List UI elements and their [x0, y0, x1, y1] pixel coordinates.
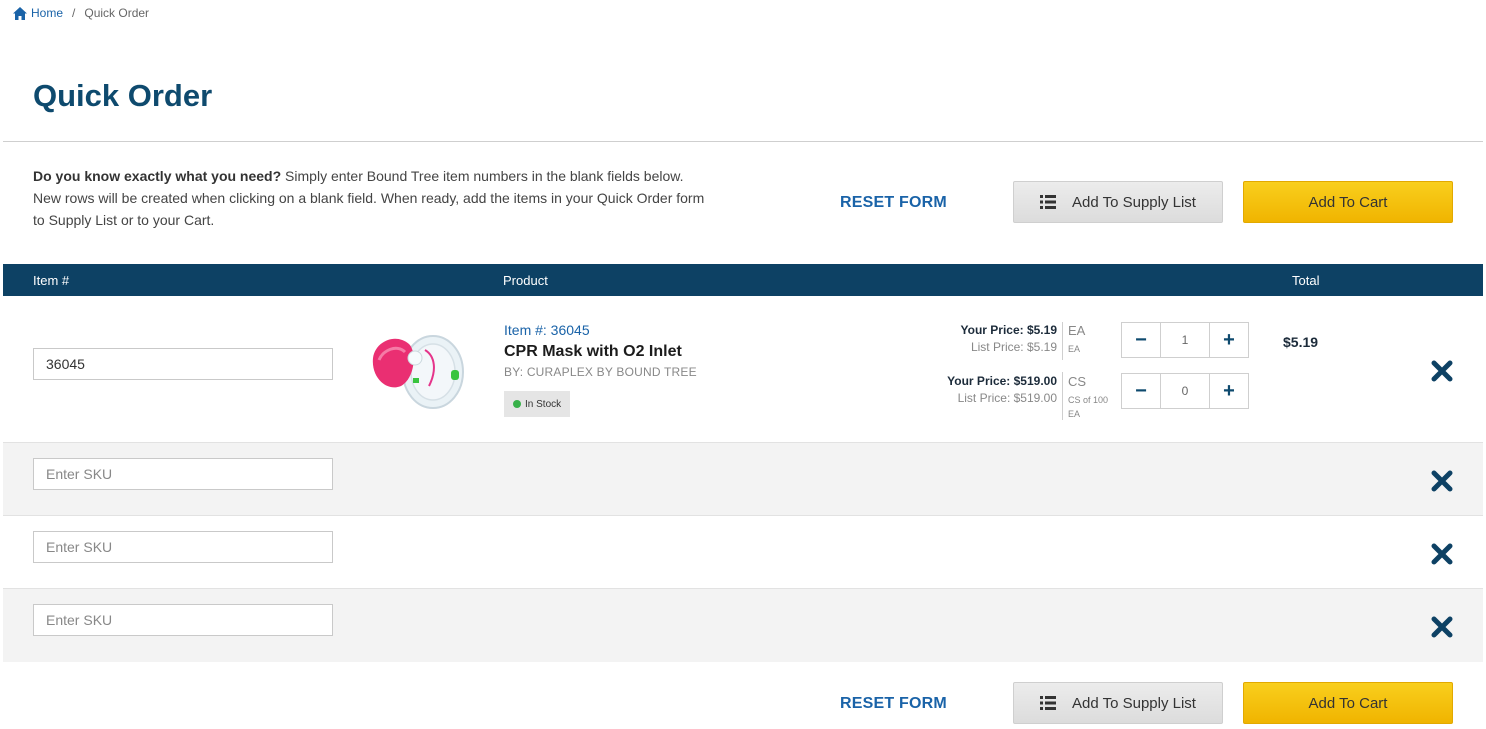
uom-main: CS [1068, 374, 1087, 389]
breadcrumb-home-link[interactable]: Home [13, 6, 63, 20]
add-to-cart-button[interactable]: Add To Cart [1243, 682, 1453, 724]
quantity-value[interactable]: 0 [1160, 374, 1210, 408]
intro-text: Do you know exactly what you need? Simpl… [33, 165, 713, 231]
product-item-number[interactable]: Item #: 36045 [504, 322, 590, 338]
home-icon [13, 6, 27, 20]
add-to-cart-button[interactable]: Add To Cart [1243, 181, 1453, 223]
remove-row-icon[interactable] [1431, 360, 1453, 382]
product-image [372, 335, 464, 409]
header-product: Product [503, 273, 548, 288]
page-title: Quick Order [33, 78, 213, 113]
table-row [3, 443, 1483, 516]
uom-main: EA [1068, 323, 1086, 338]
quantity-stepper-cs: − 0 + [1121, 373, 1249, 409]
quantity-value[interactable]: 1 [1160, 323, 1210, 357]
uom-detail: EA [1068, 344, 1081, 354]
breadcrumb-home-label: Home [31, 6, 64, 20]
uom-detail: CS of 100 EA [1068, 395, 1109, 419]
product-brand: BY: CURAPLEX BY BOUND TREE [504, 365, 697, 379]
table-row [3, 589, 1483, 662]
sku-input[interactable] [33, 348, 333, 380]
sku-input[interactable] [33, 604, 333, 636]
increment-button[interactable]: + [1210, 374, 1248, 408]
add-to-supply-list-button[interactable]: Add To Supply List [1013, 682, 1223, 724]
stock-badge: In Stock [504, 391, 571, 417]
sku-input[interactable] [33, 458, 333, 490]
list-icon [1040, 696, 1056, 710]
price-block-cs: Your Price: $519.00 List Price: $519.00 [857, 374, 1057, 405]
title-divider [3, 141, 1483, 142]
table-header: Item # Product Total [3, 264, 1483, 296]
product-name[interactable]: CPR Mask with O2 Inlet [504, 343, 682, 361]
decrement-button[interactable]: − [1122, 374, 1160, 408]
decrement-button[interactable]: − [1122, 323, 1160, 357]
remove-row-icon[interactable] [1431, 543, 1453, 565]
reset-form-button[interactable]: RESET FORM [840, 194, 947, 212]
reset-form-button[interactable]: RESET FORM [840, 695, 947, 713]
breadcrumb: Home / Quick Order [13, 6, 149, 20]
breadcrumb-current: Quick Order [84, 6, 150, 20]
uom-cs: CS CS of 100 EA [1068, 374, 1118, 421]
remove-row-icon[interactable] [1431, 616, 1453, 638]
quantity-stepper-ea: − 1 + [1121, 322, 1249, 358]
table-row: Item #: 36045 CPR Mask with O2 Inlet BY:… [3, 296, 1483, 443]
your-price: Your Price: $5.19 [960, 323, 1058, 337]
uom-divider [1062, 372, 1063, 420]
your-price: Your Price: $519.00 [947, 374, 1057, 388]
list-price: List Price: $519.00 [957, 391, 1057, 405]
supply-list-label: Add To Supply List [1072, 694, 1196, 712]
header-total: Total [1292, 273, 1320, 288]
list-price: List Price: $5.19 [970, 340, 1057, 354]
breadcrumb-separator: / [72, 6, 76, 20]
supply-list-label: Add To Supply List [1072, 193, 1196, 211]
list-icon [1040, 195, 1056, 209]
row-total: $5.19 [1283, 334, 1319, 350]
sku-input[interactable] [33, 531, 333, 563]
remove-row-icon[interactable] [1431, 470, 1453, 492]
intro-bold: Do you know exactly what you need? [33, 168, 282, 184]
in-stock-dot-icon [513, 400, 521, 408]
header-item: Item # [33, 273, 70, 288]
add-to-supply-list-button[interactable]: Add To Supply List [1013, 181, 1223, 223]
table-row [3, 516, 1483, 589]
uom-ea: EA EA [1068, 323, 1118, 356]
price-block-ea: Your Price: $5.19 List Price: $5.19 [857, 323, 1058, 354]
stock-label: In Stock [525, 398, 562, 410]
increment-button[interactable]: + [1210, 323, 1248, 357]
uom-divider [1062, 322, 1063, 360]
